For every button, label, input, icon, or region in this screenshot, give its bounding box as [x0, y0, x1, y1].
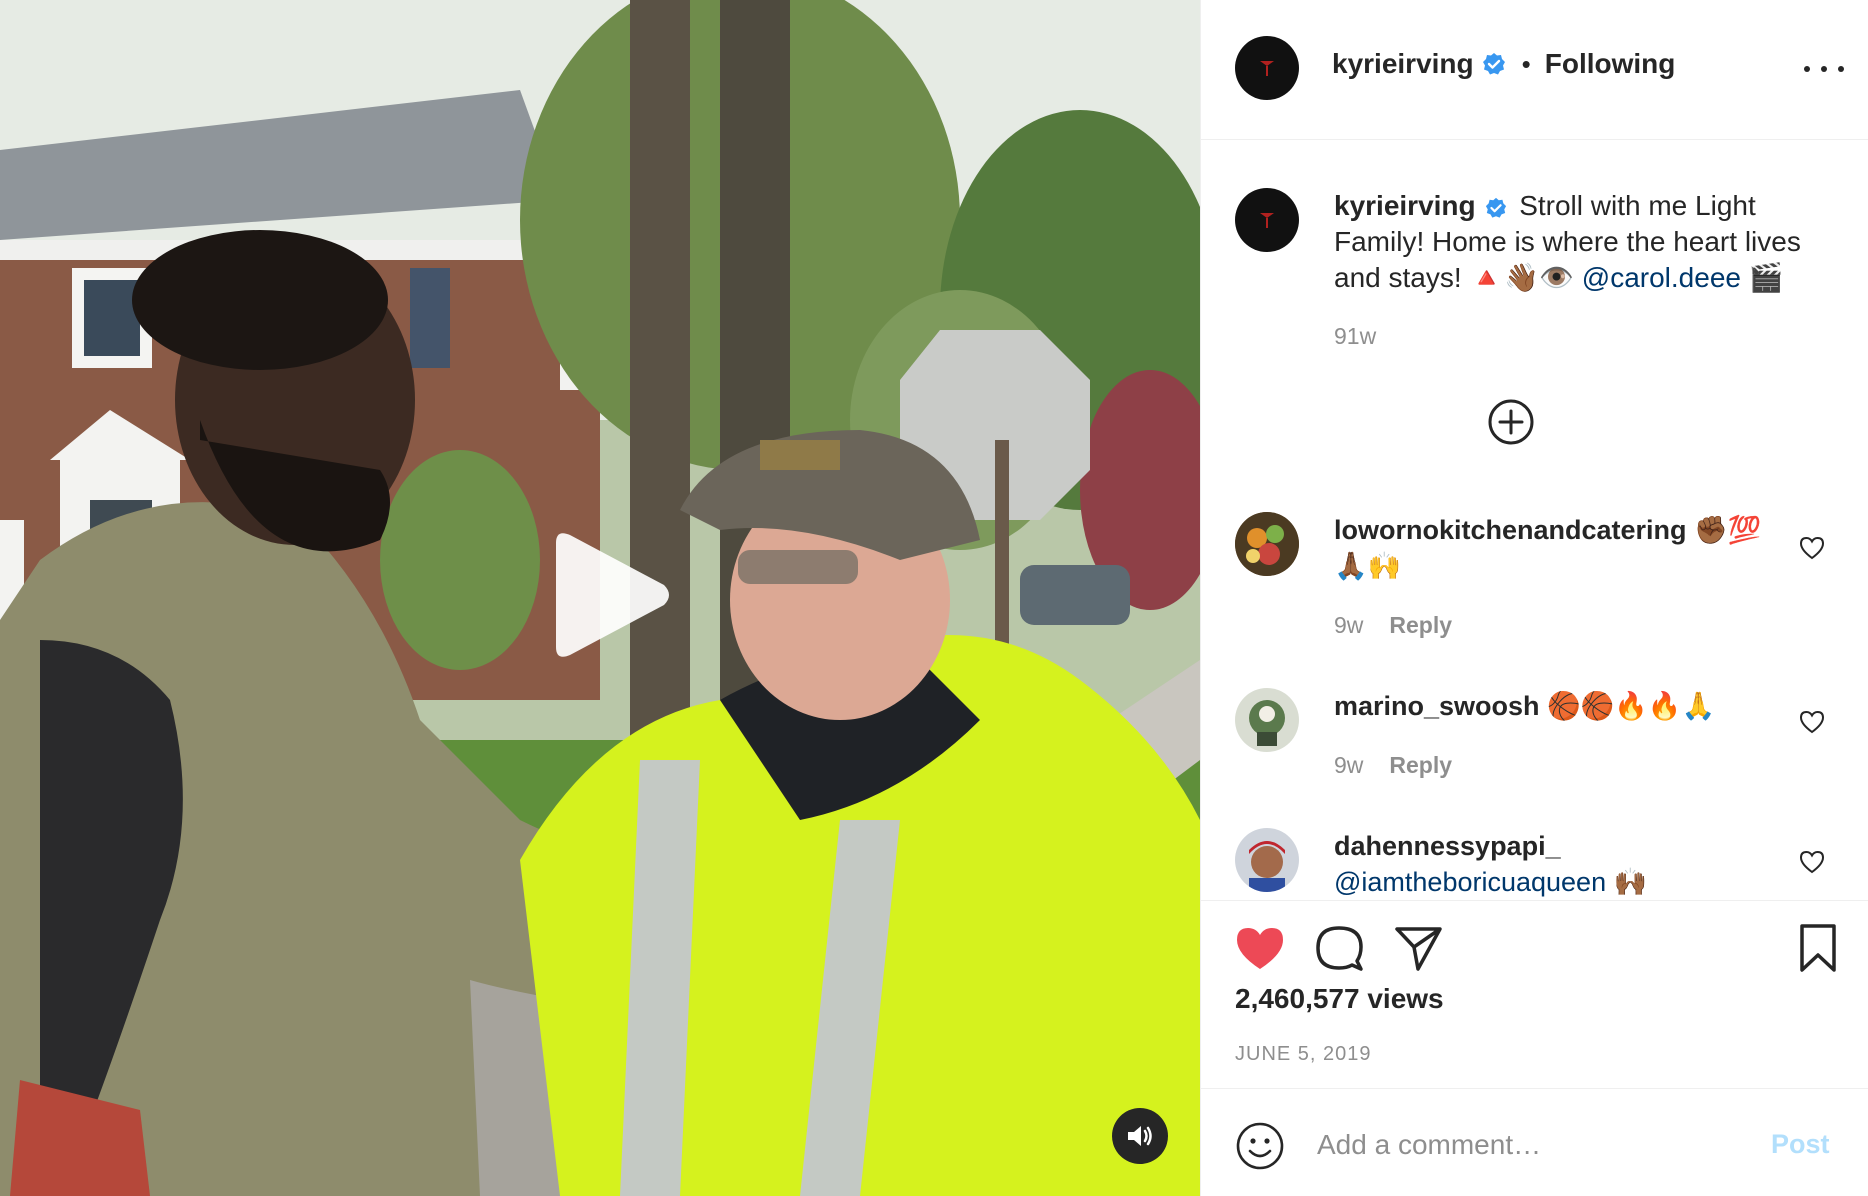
post-header: kyrieirving • Following [1201, 0, 1868, 140]
commenter-avatar[interactable] [1235, 512, 1299, 576]
bookmark-icon[interactable] [1797, 923, 1839, 973]
emoji-smiley-icon[interactable] [1235, 1121, 1285, 1171]
separator-dot: • [1521, 48, 1531, 79]
comment-body: marino_swoosh 🏀🏀🔥🔥🙏 [1334, 688, 1764, 724]
comment-body: lowornokitchenandcatering ✊🏾💯🙏🏾🙌 [1334, 512, 1764, 584]
comment-bubble-icon[interactable] [1314, 923, 1364, 973]
following-button[interactable]: Following [1545, 48, 1676, 80]
commenter-username[interactable]: lowornokitchenandcatering [1334, 515, 1687, 545]
comment-meta: 9w Reply [1334, 752, 1452, 779]
verified-badge-icon [1482, 53, 1505, 75]
comment-input[interactable] [1315, 1119, 1749, 1171]
post-caption: kyrieirving Stroll with me Light Family!… [1334, 188, 1834, 354]
caption-trailing-emoji: 🎬 [1748, 262, 1784, 293]
reply-button[interactable]: Reply [1389, 612, 1452, 639]
play-icon[interactable] [546, 525, 676, 665]
comment-text: 🏀🏀🔥🔥🙏 [1547, 691, 1716, 721]
post-date[interactable]: JUNE 5, 2019 [1235, 1043, 1372, 1066]
heart-icon[interactable] [1798, 848, 1826, 876]
post-actions: 2,460,577 views JUNE 5, 2019 [1201, 900, 1868, 1090]
heart-icon[interactable] [1235, 925, 1285, 971]
author-avatar[interactable] [1235, 36, 1299, 100]
view-count[interactable]: 2,460,577 views [1235, 983, 1444, 1015]
comment-body: dahennessypapi_ @iamtheboricuaqueen 🙌🏾 [1334, 828, 1764, 900]
share-plane-icon[interactable] [1393, 923, 1443, 973]
avatar-image [1235, 512, 1299, 576]
commenter-username[interactable]: marino_swoosh [1334, 691, 1540, 721]
heart-icon[interactable] [1798, 534, 1826, 562]
caption-mention-link[interactable]: @carol.deee [1582, 262, 1741, 293]
caption-age: 91w [1334, 323, 1377, 349]
logo-mark-icon [1260, 213, 1274, 228]
reply-button[interactable]: Reply [1389, 752, 1452, 779]
heart-icon[interactable] [1798, 708, 1826, 736]
comment-text[interactable]: @iamtheboricuaqueen 🙌🏾 [1334, 867, 1647, 897]
caption-author-avatar[interactable] [1235, 188, 1299, 252]
logo-mark-icon [1260, 61, 1274, 76]
avatar-image [1235, 688, 1299, 752]
comments-list[interactable]: kyrieirving Stroll with me Light Family!… [1201, 140, 1868, 900]
comment-meta: 9w Reply [1334, 612, 1452, 639]
comment-age: 9w [1334, 752, 1364, 778]
comment-age: 9w [1334, 612, 1364, 638]
post-comment-button[interactable]: Post [1771, 1129, 1830, 1160]
more-options-icon[interactable] [1804, 54, 1844, 84]
add-comment-circle-icon[interactable] [1487, 398, 1535, 446]
post-video[interactable] [0, 0, 1200, 1196]
commenter-avatar[interactable] [1235, 828, 1299, 892]
caption-username[interactable]: kyrieirving [1334, 190, 1476, 221]
commenter-username[interactable]: dahennessypapi_ [1334, 831, 1561, 861]
verified-badge-icon [1486, 197, 1507, 218]
author-name-row: kyrieirving • Following [1332, 48, 1675, 80]
author-username[interactable]: kyrieirving [1332, 48, 1474, 80]
comment-composer: Post [1201, 1088, 1868, 1196]
speaker-icon [1128, 1126, 1152, 1146]
avatar-image [1235, 828, 1299, 892]
commenter-avatar[interactable] [1235, 688, 1299, 752]
mute-toggle-button[interactable] [1112, 1108, 1168, 1164]
post-side-panel: kyrieirving • Following kyrieirving Stro… [1200, 0, 1868, 1196]
instagram-post-modal: kyrieirving • Following kyrieirving Stro… [0, 0, 1868, 1196]
